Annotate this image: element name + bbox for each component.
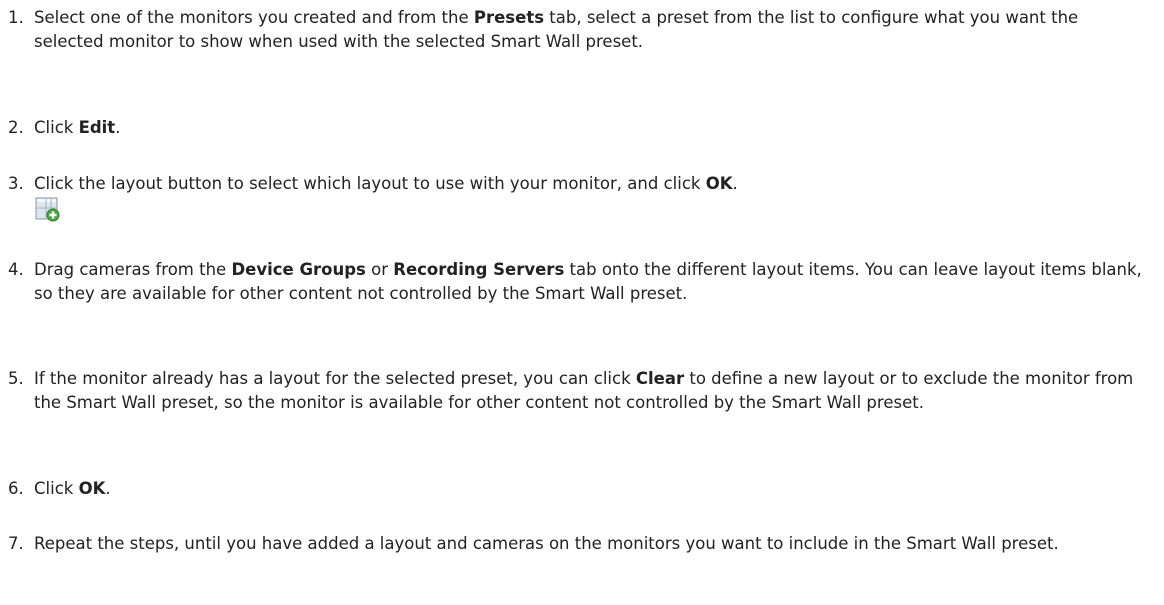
step-text: Drag cameras from the Device Groups or R…: [34, 258, 1149, 306]
step-text-segment: Select one of the monitors you created a…: [34, 8, 474, 27]
step-text: Click Edit.: [34, 116, 1149, 140]
step-text-segment: .: [115, 118, 121, 137]
step-number: 3.: [8, 174, 24, 193]
ok-button-label: OK: [78, 479, 106, 498]
step-text: Click OK.: [34, 477, 1149, 501]
ok-button-label: OK: [705, 174, 733, 193]
step-text-segment: .: [732, 174, 738, 193]
edit-button-label: Edit: [78, 118, 116, 137]
recording-servers-tab-label: Recording Servers: [393, 260, 565, 279]
step-text-segment: or: [365, 260, 394, 279]
step-text-segment: Click: [34, 479, 79, 498]
step-text-segment: If the monitor already has a layout for …: [34, 369, 636, 388]
step-number: 2.: [8, 118, 24, 137]
step-number: 5.: [8, 369, 24, 388]
step-text: Repeat the steps, until you have added a…: [34, 532, 1149, 556]
step-number: 4.: [8, 260, 24, 279]
step-text: Click the layout button to select which …: [34, 172, 1149, 196]
instruction-page: 1. Select one of the monitors you create…: [0, 0, 1164, 605]
step-number: 1.: [8, 8, 24, 27]
step-text-segment: Drag cameras from the: [34, 260, 232, 279]
layout-add-icon-graphic: [35, 197, 60, 222]
step-number: 7.: [8, 534, 24, 553]
device-groups-tab-label: Device Groups: [231, 260, 366, 279]
step-text-segment: Repeat the steps, until you have added a…: [34, 534, 1059, 553]
step-text: If the monitor already has a layout for …: [34, 367, 1149, 415]
presets-tab-label: Presets: [473, 8, 545, 27]
step-text-segment: Click the layout button to select which …: [34, 174, 706, 193]
step-text-segment: Click: [34, 118, 79, 137]
layout-add-icon: [34, 196, 60, 222]
step-number: 6.: [8, 479, 24, 498]
clear-button-label: Clear: [635, 369, 685, 388]
step-text-segment: .: [105, 479, 111, 498]
step-text: Select one of the monitors you created a…: [34, 6, 1149, 54]
